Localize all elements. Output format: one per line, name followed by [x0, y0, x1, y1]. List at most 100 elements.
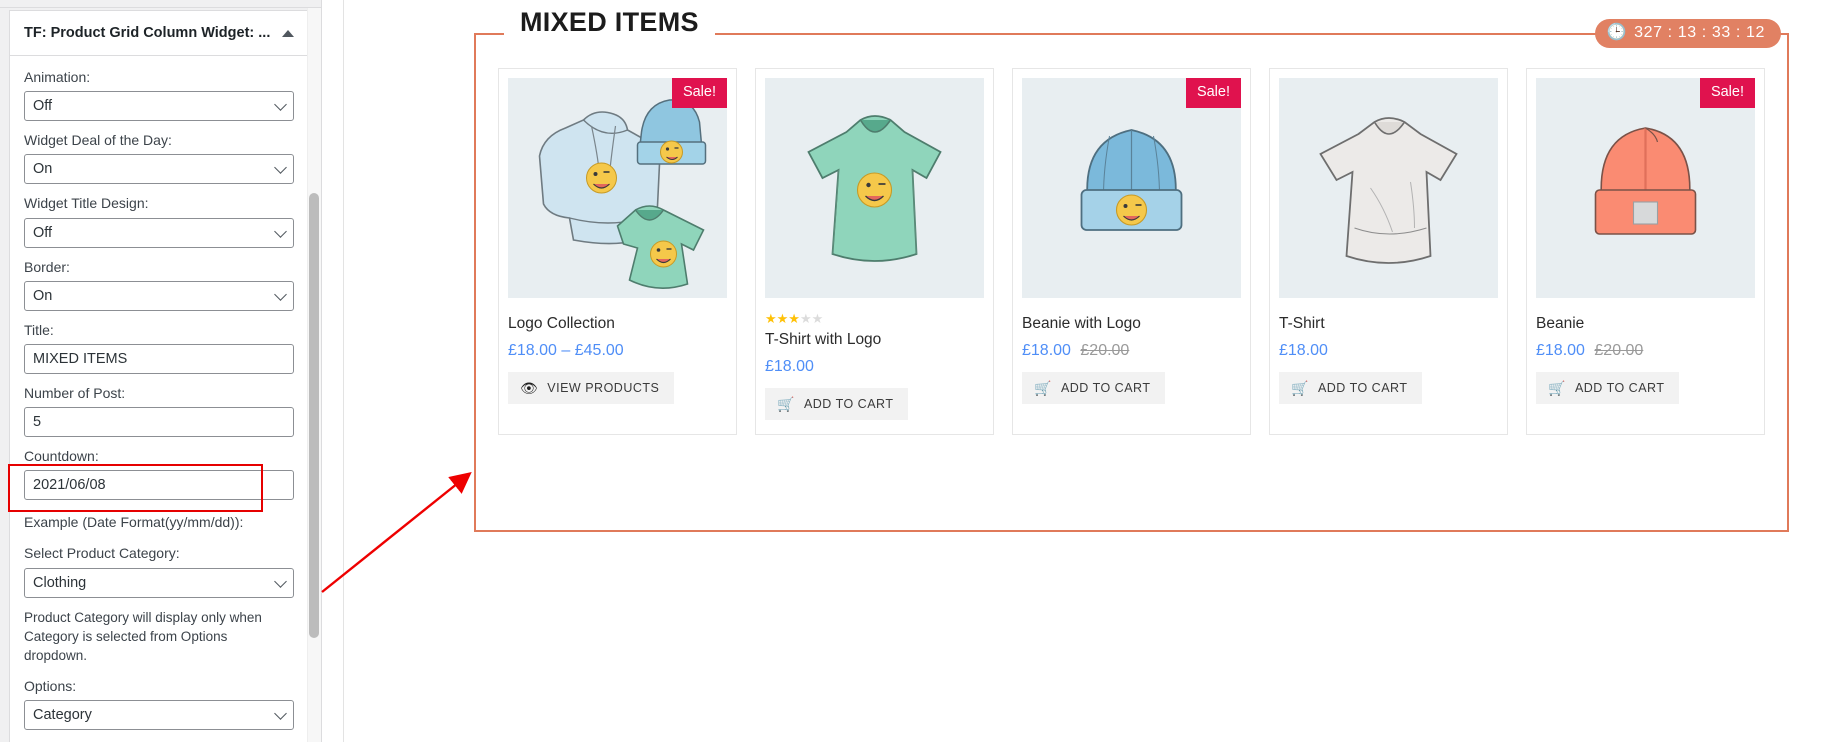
product-grid-widget-box: 🕒 327 : 13 : 33 : 12 Sale! Logo Collecti…	[474, 19, 1789, 532]
widget-title: MIXED ITEMS	[504, 7, 715, 38]
widget-panel: TF: Product Grid Column Widget: ... Anim…	[9, 10, 309, 742]
product-category-select[interactable]: Clothing	[24, 567, 294, 598]
border-select[interactable]: On	[24, 280, 294, 311]
title-input[interactable]	[24, 343, 294, 374]
sidebar-scrollbar-track[interactable]	[307, 8, 321, 742]
countdown-input[interactable]	[24, 470, 294, 501]
product-name: T-Shirt with Logo	[765, 331, 882, 348]
product-name: Beanie	[1536, 315, 1585, 332]
basket-icon: 🛒	[777, 396, 795, 413]
field-countdown: Countdown:	[24, 447, 294, 501]
field-widget-title-design: Widget Title Design: Off	[24, 194, 294, 248]
animation-select-wrap[interactable]: Off	[24, 91, 294, 122]
product-price-old: £20.00	[1594, 342, 1644, 360]
number-of-post-input[interactable]	[24, 407, 294, 438]
product-price-current: £18.00	[1022, 342, 1071, 360]
basket-icon: 🛒	[1034, 380, 1052, 397]
screen-root: TF: Product Grid Column Widget: ... Anim…	[0, 0, 1837, 742]
product-price-dash: –	[561, 342, 571, 360]
product-thumbnail[interactable]: Sale!	[1022, 78, 1241, 298]
product-price-current: £18.00	[1536, 342, 1585, 360]
border-select-wrap[interactable]: On	[24, 280, 294, 311]
product-price: £18.00	[765, 358, 984, 376]
options-select-wrap[interactable]: Category	[24, 700, 294, 731]
product-price-old: £20.00	[1080, 342, 1130, 360]
product-price-min: £18.00	[765, 358, 814, 376]
field-title: Title:	[24, 321, 294, 374]
field-options: Options: Category	[24, 677, 294, 731]
product-thumbnail[interactable]	[765, 78, 984, 298]
countdown-badge-text: 327 : 13 : 33 : 12	[1634, 24, 1765, 41]
field-label-countdown: Countdown:	[24, 448, 99, 465]
product-thumbnail[interactable]: Sale!	[508, 78, 727, 298]
sale-badge: Sale!	[1185, 78, 1241, 108]
date-format-hint: Example (Date Format(yy/mm/dd)):	[24, 514, 244, 531]
product-meta: Beanie with Logo £18.00 £20.00 🛒 ADD TO …	[1022, 314, 1241, 418]
tshirt-grey-image	[1288, 78, 1489, 298]
product-card[interactable]: ★★★★★ T-Shirt with Logo £18.00 🛒 ADD TO …	[755, 68, 994, 436]
add-to-cart-button-label: ADD TO CART	[1060, 381, 1151, 396]
product-card[interactable]: Sale! Beanie £18.00 £20.00 🛒 ADD TO CART	[1526, 68, 1765, 436]
field-label-select-product-category: Select Product Category:	[24, 545, 180, 562]
product-price-max: £45.00	[574, 342, 624, 360]
add-to-cart-button-label: ADD TO CART	[1574, 381, 1665, 396]
product-meta: ★★★★★ T-Shirt with Logo £18.00 🛒 ADD TO …	[765, 312, 984, 434]
field-label-animation: Animation:	[24, 69, 91, 85]
field-label-border: Border:	[24, 258, 70, 275]
eye-icon: 👁	[520, 380, 539, 397]
sale-badge: Sale!	[1699, 78, 1755, 108]
product-name: T-Shirt	[1279, 315, 1325, 332]
product-price-current: £18.00	[1279, 342, 1328, 360]
clock-icon: 🕒	[1606, 24, 1628, 41]
field-label-title: Title:	[24, 321, 54, 338]
product-category-select-wrap[interactable]: Clothing	[24, 567, 294, 598]
deal-of-the-day-select[interactable]: On	[24, 154, 294, 185]
product-rating: ★★★★★	[765, 311, 824, 326]
tshirt-green-image	[774, 78, 975, 298]
sale-badge: Sale!	[671, 78, 727, 108]
product-meta: T-Shirt £18.00 🛒 ADD TO CART	[1279, 314, 1498, 418]
countdown-input-wrap[interactable]	[24, 470, 294, 501]
animation-select[interactable]: Off	[24, 91, 294, 122]
product-thumbnail[interactable]: Sale!	[1536, 78, 1755, 298]
product-card[interactable]: Sale!	[498, 68, 737, 436]
product-category-note: Product Category will display only when …	[24, 609, 262, 663]
product-price-min: £18.00	[508, 342, 557, 360]
widget-panel-body: Animation: Off Widget Deal of the Day: O…	[10, 56, 308, 742]
widget-title-design-select-wrap[interactable]: Off	[24, 217, 294, 248]
add-to-cart-button[interactable]: 🛒 ADD TO CART	[1279, 372, 1423, 405]
countdown-badge: 🕒 327 : 13 : 33 : 12	[1594, 19, 1781, 48]
field-select-product-category: Select Product Category: Clothing	[24, 544, 294, 598]
product-price: £18.00	[1279, 342, 1498, 360]
sidebar-content-gutter	[322, 0, 344, 742]
preview-content: 🕒 327 : 13 : 33 : 12 Sale! Logo Collecti…	[344, 0, 1837, 742]
product-thumbnail[interactable]	[1279, 78, 1498, 298]
sidebar-scrollbar-thumb[interactable]	[309, 193, 319, 638]
basket-icon: 🛒	[1291, 380, 1309, 397]
add-to-cart-button[interactable]: 🛒 ADD TO CART	[765, 388, 909, 421]
add-to-cart-button-label: ADD TO CART	[1317, 381, 1408, 396]
view-products-button-label: VIEW PRODUCTS	[547, 381, 660, 396]
product-price: £18.00 £20.00	[1022, 342, 1241, 360]
widget-settings-sidebar: TF: Product Grid Column Widget: ... Anim…	[0, 0, 322, 742]
basket-icon: 🛒	[1548, 380, 1566, 397]
deal-of-the-day-select-wrap[interactable]: On	[24, 154, 294, 185]
product-meta: Logo Collection £18.00 – £45.00 👁 VIEW P…	[508, 314, 727, 418]
view-products-button[interactable]: 👁 VIEW PRODUCTS	[508, 372, 675, 405]
product-name: Beanie with Logo	[1022, 315, 1141, 332]
number-of-post-input-wrap[interactable]	[24, 407, 294, 438]
field-label-options: Options:	[24, 677, 77, 694]
add-to-cart-button-label: ADD TO CART	[803, 397, 894, 412]
add-to-cart-button[interactable]: 🛒 ADD TO CART	[1536, 372, 1680, 405]
logo-collection-image	[517, 78, 718, 298]
caret-up-icon[interactable]	[282, 29, 294, 37]
product-card[interactable]: T-Shirt £18.00 🛒 ADD TO CART	[1269, 68, 1508, 436]
title-input-wrap[interactable]	[24, 343, 294, 374]
widget-title-design-select[interactable]: Off	[24, 217, 294, 248]
widget-panel-header[interactable]: TF: Product Grid Column Widget: ...	[10, 11, 308, 56]
beanie-blue-image	[1031, 78, 1232, 298]
add-to-cart-button[interactable]: 🛒 ADD TO CART	[1022, 372, 1166, 405]
options-select[interactable]: Category	[24, 700, 294, 731]
product-card[interactable]: Sale!	[1012, 68, 1251, 436]
product-price: £18.00 – £45.00	[508, 342, 727, 360]
